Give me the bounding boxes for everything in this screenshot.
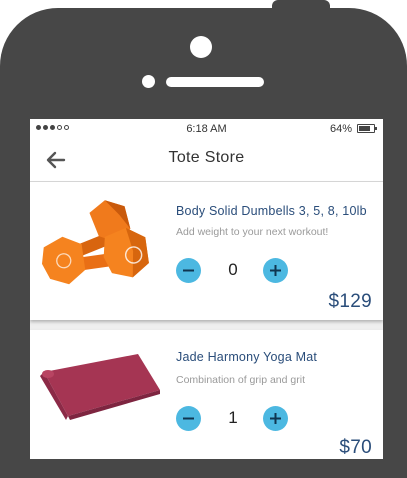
product-card-yoga-mat[interactable]: Jade Harmony Yoga Mat Combination of gri… — [30, 330, 383, 459]
camera-icon — [190, 36, 212, 58]
product-price: $70 — [339, 437, 372, 458]
plus-button[interactable] — [263, 258, 288, 283]
product-name: Body Solid Dumbells 3, 5, 8, 10lb — [176, 204, 367, 218]
nav-header: Tote Store — [30, 139, 383, 182]
product-price: $129 — [328, 291, 372, 312]
minus-button[interactable] — [176, 406, 201, 431]
speaker-grille — [166, 77, 264, 87]
phone-volume-down — [0, 214, 6, 256]
yoga-mat-image — [38, 350, 163, 425]
plus-icon — [270, 265, 281, 276]
product-description: Add weight to your next workout! — [176, 226, 329, 238]
minus-icon — [183, 269, 194, 272]
product-card-dumbbells[interactable]: Body Solid Dumbells 3, 5, 8, 10lb Add we… — [30, 182, 383, 320]
dumbbell-image — [38, 200, 163, 305]
product-name: Jade Harmony Yoga Mat — [176, 350, 318, 364]
phone-mute-switch — [0, 121, 6, 141]
status-bar: 6:18 AM 64% — [30, 119, 383, 139]
battery-percent: 64% — [329, 123, 352, 135]
page-title: Tote Store — [168, 149, 245, 166]
quantity-value: 1 — [228, 408, 238, 427]
product-description: Combination of grip and grit — [176, 374, 305, 386]
minus-button[interactable] — [176, 258, 201, 283]
plus-icon — [270, 413, 281, 424]
phone-top-button — [272, 0, 330, 14]
quantity-stepper: 1 — [176, 406, 291, 432]
quantity-value: 0 — [228, 260, 238, 279]
battery-icon — [357, 124, 377, 133]
plus-button[interactable] — [263, 406, 288, 431]
quantity-stepper: 0 — [176, 258, 291, 284]
phone-volume-up — [0, 162, 6, 204]
sensor-icon — [142, 75, 155, 88]
minus-icon — [183, 417, 194, 420]
app-screen: 6:18 AM 64% Tote Store Body Solid Dumbel… — [30, 119, 383, 459]
